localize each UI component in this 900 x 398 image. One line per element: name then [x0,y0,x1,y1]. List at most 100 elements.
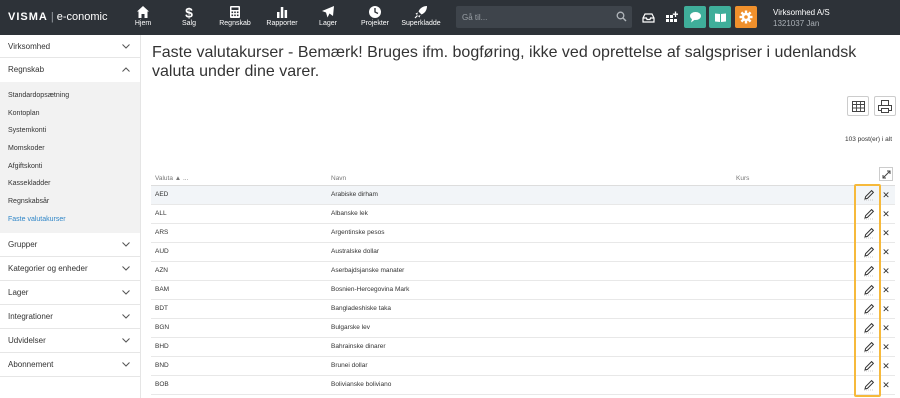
sidebar-group-kategorier[interactable]: Kategorier og enheder [0,257,140,281]
nav-lager[interactable]: Lager [306,0,350,35]
home-icon [137,6,149,18]
delete-icon[interactable]: ✕ [881,322,891,334]
edit-pencil-icon[interactable] [863,303,875,315]
edit-pencil-icon[interactable] [863,208,875,220]
clock-icon [369,6,381,18]
table-row[interactable]: ALL Albanske lek ✕ [151,205,895,224]
settings-button[interactable] [735,6,757,28]
table-row[interactable]: AZN Aserbajdsjanske manater ✕ [151,262,895,281]
table-row[interactable]: AED Arabiske dirham ✕ [151,186,895,205]
search-icon[interactable] [616,11,627,22]
sidebar-group-virksomhed[interactable]: Virksomhed [0,35,140,58]
nav-rapporter[interactable]: Rapporter [260,0,304,35]
brand-logo[interactable]: VISMA | e-conomic [8,11,107,23]
delete-icon[interactable]: ✕ [881,189,891,201]
sidebar-item-faste-valutakurser[interactable]: Faste valutakurser [0,211,140,229]
sidebar-group-label: Integrationer [8,311,53,321]
sidebar-item-momskoder[interactable]: Momskoder [0,140,140,158]
nav-regnskab[interactable]: Regnskab [213,0,257,35]
sidebar-group-label: Abonnement [8,359,54,369]
table-row[interactable]: BGN Bulgarske lev ✕ [151,319,895,338]
sidebar-item-kassekladder[interactable]: Kassekladder [0,175,140,193]
edit-pencil-icon[interactable] [863,284,875,296]
dollar-icon: $ [185,5,193,19]
delete-icon[interactable]: ✕ [881,360,891,372]
sidebar-submenu-regnskab: Standardopsætning Kontoplan Systemkonti … [0,82,140,233]
nav-superkladde[interactable]: Superkladde [398,0,444,35]
nav-label: Lager [319,20,337,27]
delete-icon[interactable]: ✕ [881,265,891,277]
chevron-down-icon [122,241,130,247]
sidebar-item-regnskabsaar[interactable]: Regnskabsår [0,193,140,211]
sidebar-group-regnskab[interactable]: Regnskab [0,58,140,82]
nav-label: Projekter [360,20,389,27]
sidebar-group-abonnement[interactable]: Abonnement [0,353,140,377]
brand-name: VISMA [8,11,48,23]
nav-hjem[interactable]: Hjem [121,0,165,35]
table-view-button[interactable] [847,96,869,116]
column-header-kurs[interactable]: Kurs [736,175,749,182]
nav-projekter[interactable]: Projekter [353,0,397,35]
chevron-down-icon [122,361,130,367]
currency-code: BAM [155,286,170,293]
edit-pencil-icon[interactable] [863,265,875,277]
sidebar-group-grupper[interactable]: Grupper [0,233,140,257]
sidebar-item-systemkonti[interactable]: Systemkonti [0,122,140,140]
sidebar-group-label: Virksomhed [8,42,51,51]
search-input[interactable] [456,6,606,28]
table-row[interactable]: AUD Australske dollar ✕ [151,243,895,262]
inbox-button[interactable] [637,6,659,28]
table-row[interactable]: BAM Bosnien-Hercegovina Mark ✕ [151,281,895,300]
currency-name: Arabiske dirham [331,191,378,198]
sidebar-group-integrationer[interactable]: Integrationer [0,305,140,329]
delete-icon[interactable]: ✕ [881,341,891,353]
currency-name: Bangladeshiske taka [331,305,391,312]
edit-pencil-icon[interactable] [863,322,875,334]
sidebar-item-afgiftskonti[interactable]: Afgiftskonti [0,158,140,176]
search-box [456,6,632,28]
nav-salg[interactable]: $ Salg [167,0,211,35]
record-count: 103 post(er) i alt [845,136,892,143]
company-info[interactable]: Virksomhed A/S 1321037 Jan [773,7,830,29]
currency-code: AZN [155,267,168,274]
currency-name: Bolivianske boliviano [331,381,392,388]
table-row[interactable]: BHD Bahrainske dinarer ✕ [151,338,895,357]
company-number: 1321037 Jan [773,19,820,28]
delete-icon[interactable]: ✕ [881,208,891,220]
delete-icon[interactable]: ✕ [881,227,891,239]
edit-pencil-icon[interactable] [863,246,875,258]
table-row[interactable]: BOB Bolivianske boliviano ✕ [151,376,895,395]
delete-icon[interactable]: ✕ [881,246,891,258]
inbox-icon [641,12,655,23]
currency-code: AUD [155,248,169,255]
chat-icon [689,12,701,23]
table-row[interactable]: BDT Bangladeshiske taka ✕ [151,300,895,319]
delete-icon[interactable]: ✕ [881,284,891,296]
edit-pencil-icon[interactable] [863,189,875,201]
chevron-down-icon [122,44,130,49]
help-book-button[interactable] [709,6,731,28]
edit-pencil-icon[interactable] [863,379,875,391]
delete-icon[interactable]: ✕ [881,379,891,391]
table-row[interactable]: ARS Argentinske pesos ✕ [151,224,895,243]
sidebar: Virksomhed Regnskab Standardopsætning Ko… [0,35,141,398]
delete-icon[interactable]: ✕ [881,303,891,315]
sidebar-item-standardopsaetning[interactable]: Standardopsætning [0,87,140,105]
sidebar-group-udvidelser[interactable]: Udvidelser [0,329,140,353]
edit-pencil-icon[interactable] [863,341,875,353]
apps-button[interactable] [660,6,682,28]
chat-button[interactable] [684,6,706,28]
column-header-valuta[interactable]: Valuta ▲ ... [155,175,188,182]
nav-label: Salg [181,20,196,27]
column-header-navn[interactable]: Navn [331,175,346,182]
chevron-down-icon [122,313,130,319]
sidebar-group-lager[interactable]: Lager [0,281,140,305]
print-button[interactable] [874,96,896,116]
edit-pencil-icon[interactable] [863,360,875,372]
sidebar-item-kontoplan[interactable]: Kontoplan [0,105,140,123]
sort-ascending-icon: ▲ ... [174,175,189,182]
table-row[interactable]: BND Brunei dollar ✕ [151,357,895,376]
edit-pencil-icon[interactable] [863,227,875,239]
table-header: Valuta ▲ ... Navn Kurs [151,172,895,186]
currency-code: BHD [155,343,169,350]
